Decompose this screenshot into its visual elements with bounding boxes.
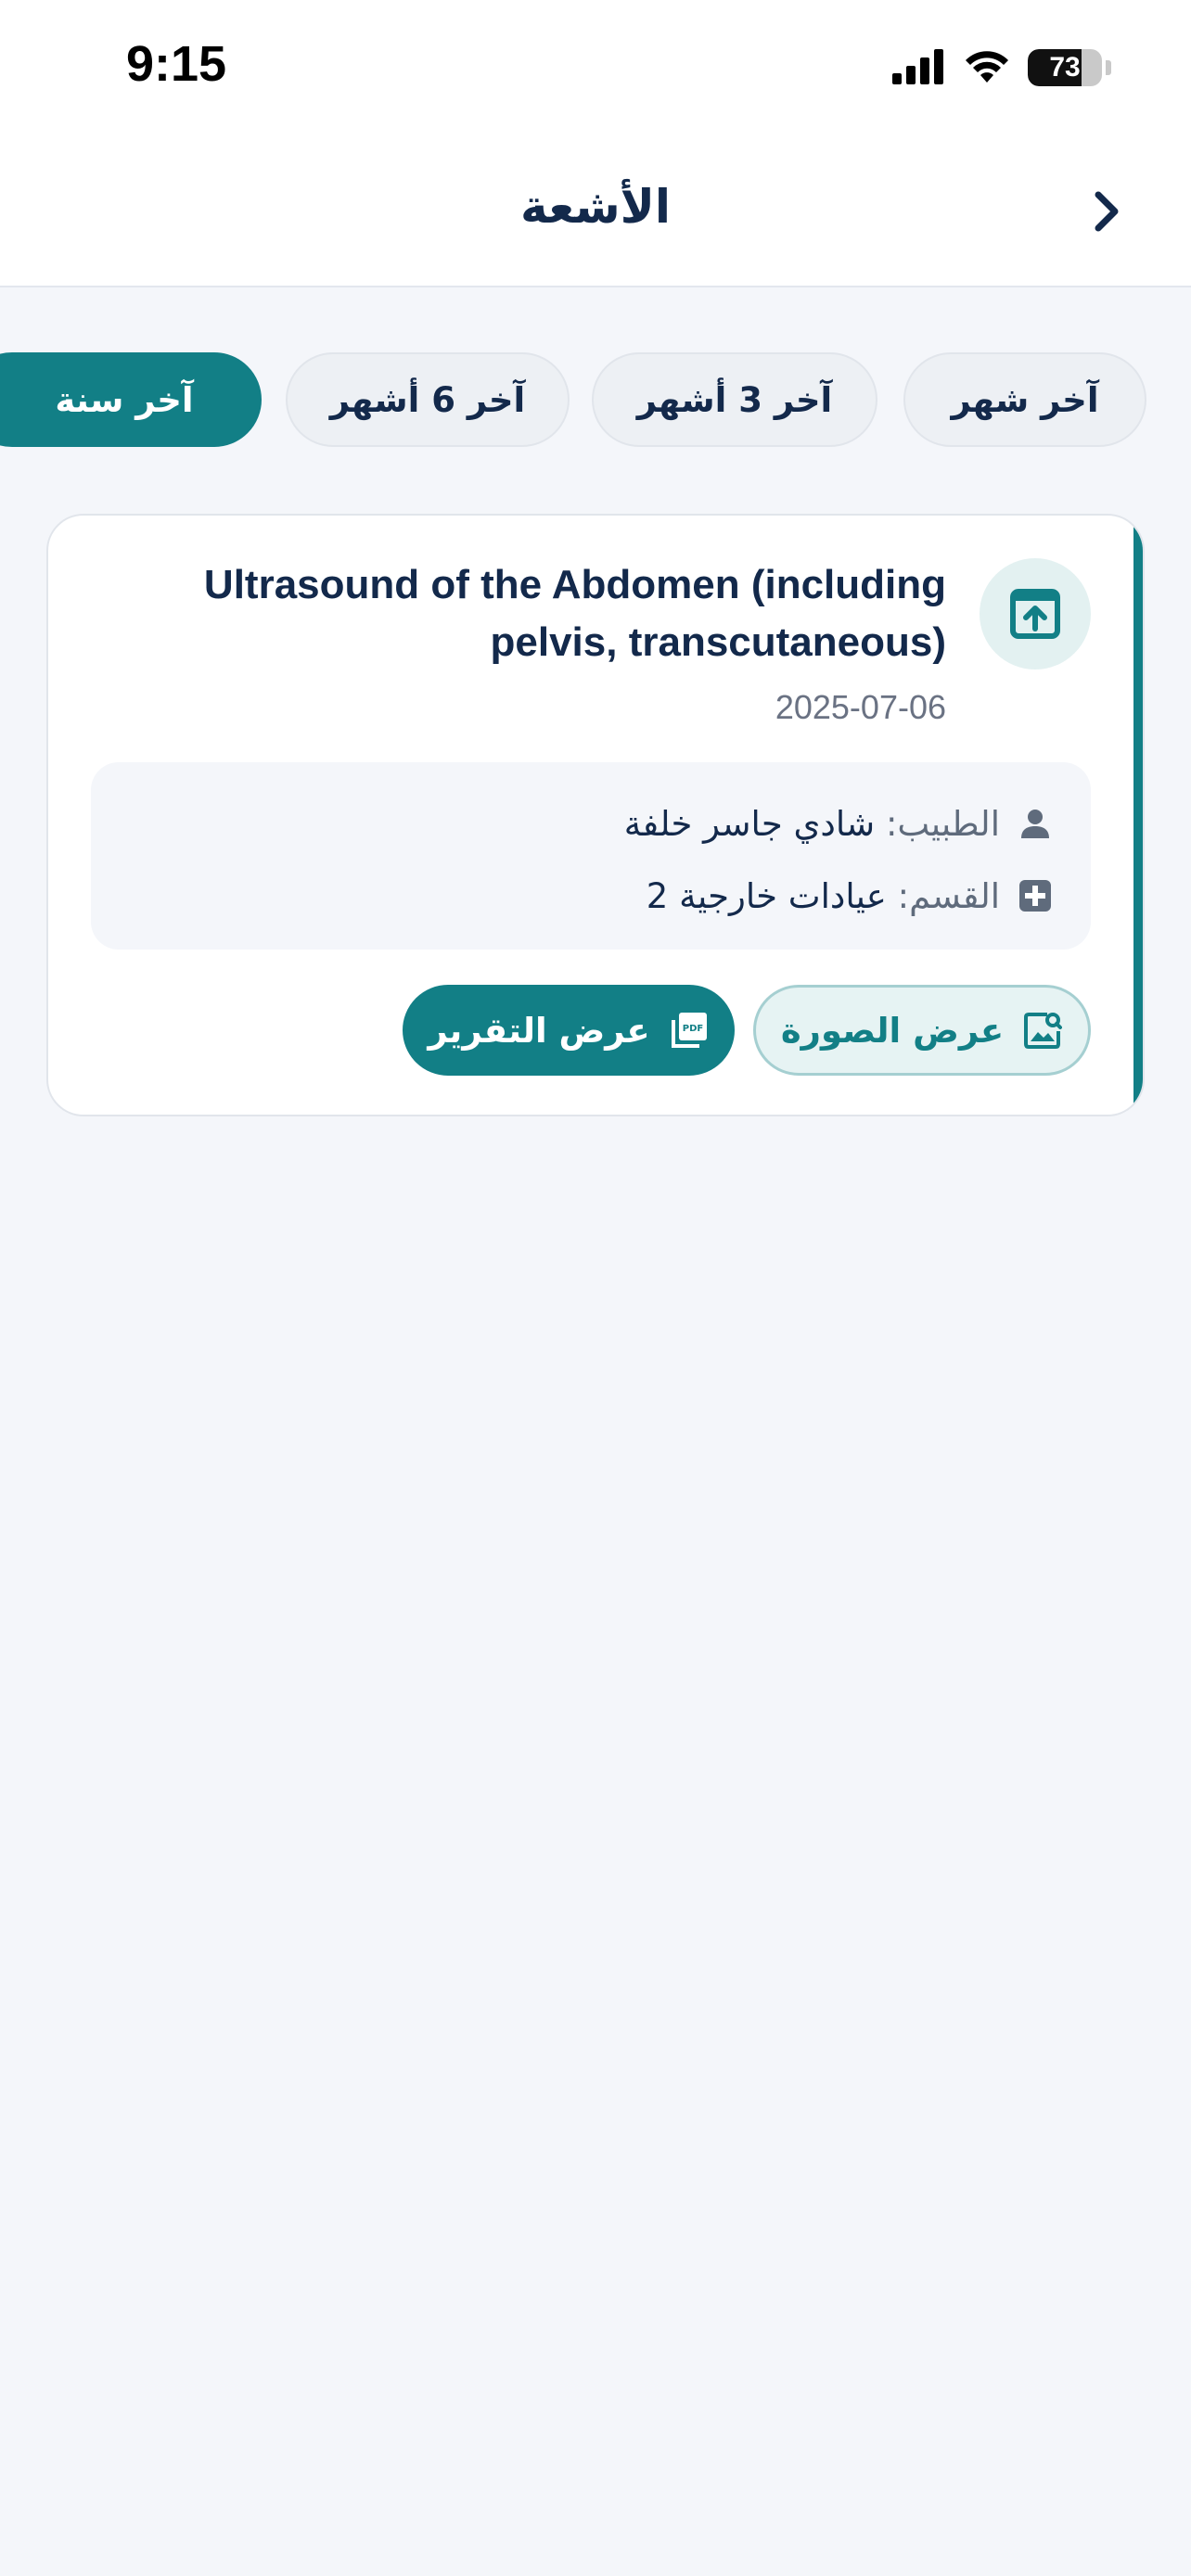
person-icon — [1015, 803, 1056, 844]
doctor-name: شادي جاسر خلفة — [623, 803, 876, 844]
view-image-label: عرض الصورة — [780, 1010, 1005, 1051]
status-time: 9:15 — [126, 36, 227, 92]
view-report-label: عرض التقرير — [428, 1010, 650, 1051]
department-name: عيادات خارجية 2 — [646, 875, 887, 916]
status-bar: 9:15 73 — [0, 0, 1191, 139]
view-report-button[interactable]: PDF عرض التقرير — [403, 985, 735, 1076]
wifi-icon — [963, 47, 1011, 88]
report-type-icon — [980, 558, 1091, 670]
back-button[interactable] — [1078, 182, 1137, 241]
doctor-row: الطبيب: شادي جاسر خلفة — [128, 796, 1056, 851]
department-info: القسم: عيادات خارجية 2 — [647, 876, 1000, 916]
cellular-signal-icon — [892, 47, 946, 88]
filter-chip-last-month[interactable]: آخر شهر — [903, 352, 1146, 447]
doctor-info: الطبيب: شادي جاسر خلفة — [624, 804, 1000, 844]
filter-chip-last-6-months[interactable]: آخر 6 أشهر — [286, 352, 570, 447]
view-image-button[interactable]: عرض الصورة — [753, 985, 1091, 1076]
battery-indicator: 73 — [1028, 49, 1102, 86]
filter-chip-last-year[interactable]: آخر سنة — [0, 352, 262, 447]
chevron-right-icon — [1095, 191, 1119, 232]
upload-box-icon — [1010, 589, 1060, 639]
doctor-label: الطبيب: — [885, 803, 1000, 844]
date-filter-chips: آخر شهر آخر 3 أشهر آخر 6 أشهر آخر سنة — [0, 352, 1191, 449]
page-title: الأشعة — [519, 180, 672, 234]
status-icons: 73 — [892, 48, 1111, 87]
battery-percent: 73 — [1049, 52, 1081, 83]
filter-chip-last-3-months[interactable]: آخر 3 أشهر — [592, 352, 877, 447]
pdf-file-icon: PDF — [669, 1010, 710, 1051]
department-row: القسم: عيادات خارجية 2 — [128, 868, 1056, 924]
report-details-box: الطبيب: شادي جاسر خلفة القسم: عيادات خار… — [91, 762, 1091, 950]
svg-text:PDF: PDF — [682, 1024, 702, 1034]
report-title: Ultrasound of the Abdomen (including pel… — [203, 562, 946, 665]
department-label: القسم: — [897, 875, 1000, 916]
card-accent-bar — [1133, 516, 1143, 1115]
battery-cap — [1106, 60, 1111, 75]
header: الأشعة — [0, 139, 1191, 287]
medical-cross-icon — [1015, 875, 1056, 916]
radiology-report-card[interactable]: Ultrasound of the Abdomen (including pel… — [46, 514, 1145, 1116]
report-date: 2025-07-06 — [775, 688, 946, 726]
image-search-icon — [1022, 1010, 1063, 1051]
